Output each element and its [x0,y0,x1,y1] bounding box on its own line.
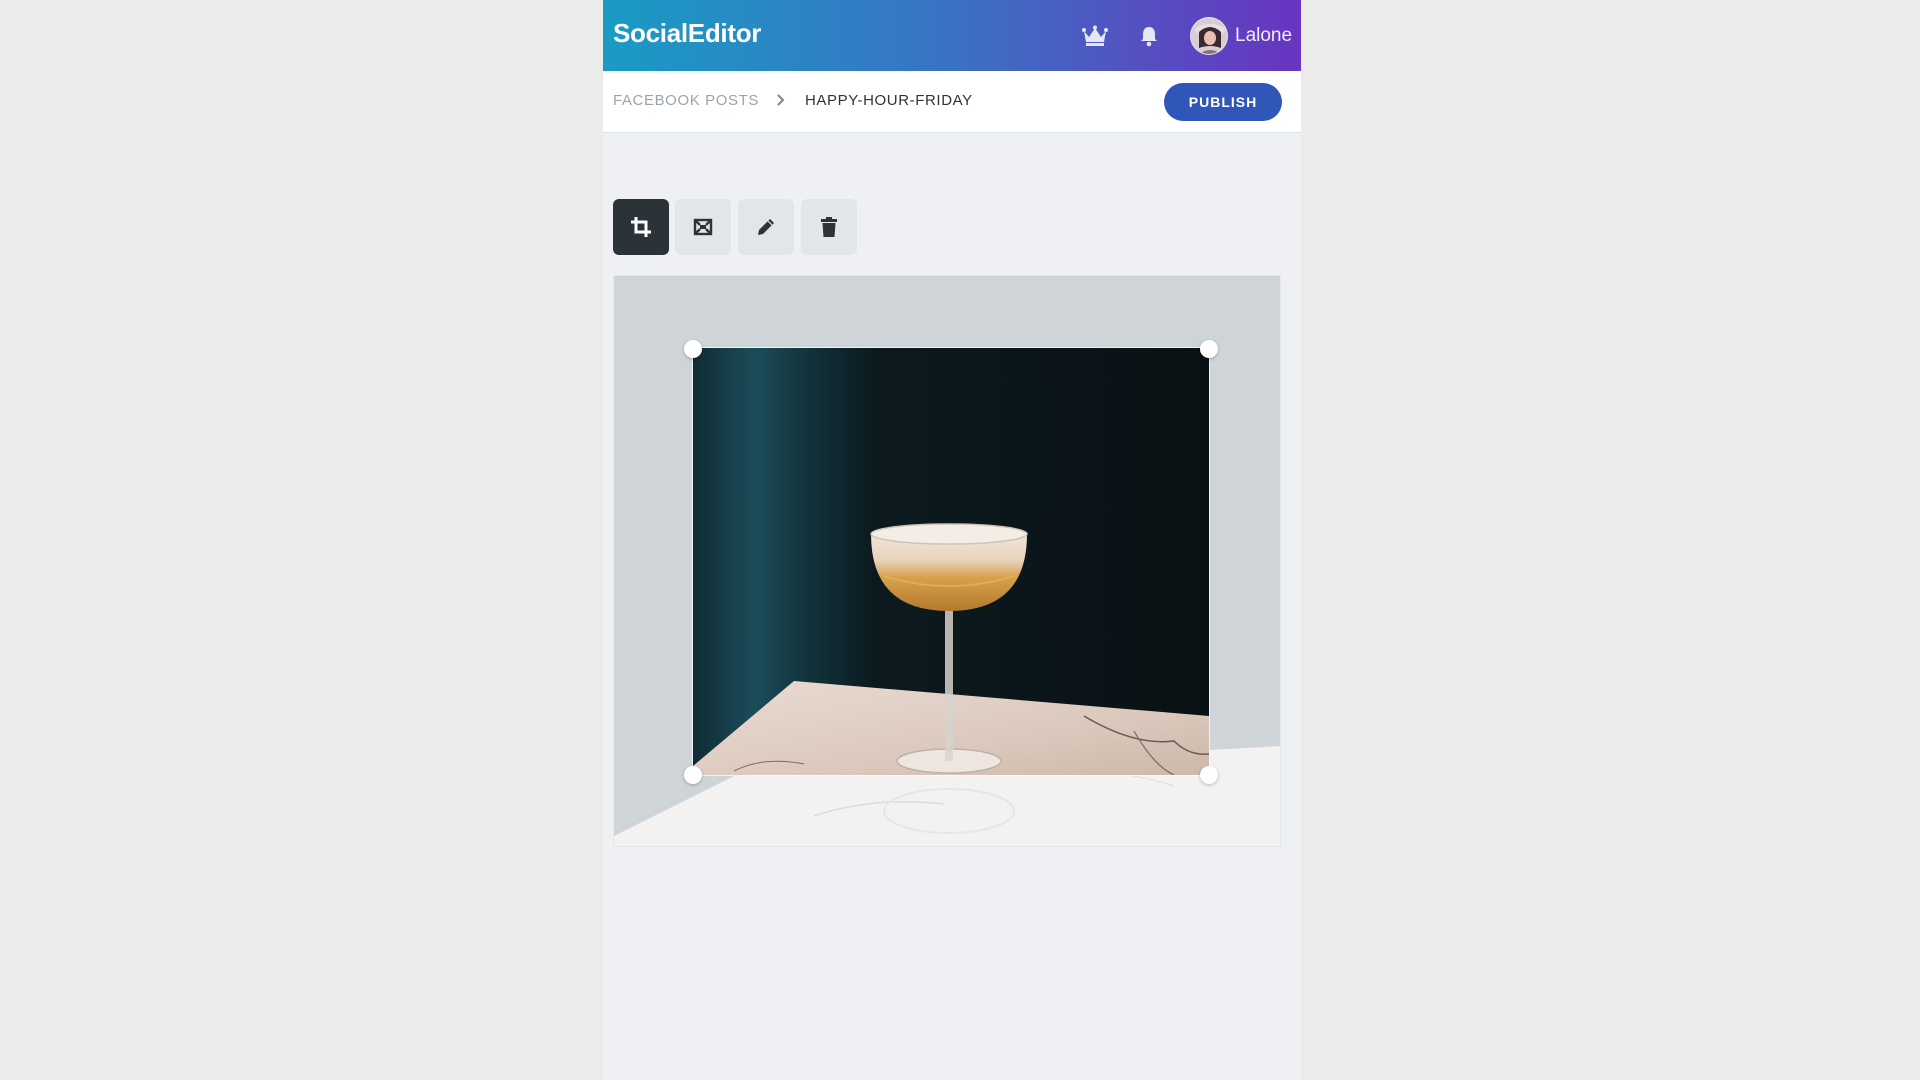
pencil-icon [758,219,774,235]
top-header: SocialEditor Lalone [603,0,1301,71]
crop-handle-top-right[interactable] [1200,340,1218,358]
user-menu[interactable]: Lalone [1190,16,1292,56]
crown-icon[interactable] [1081,22,1109,50]
crop-tool-button[interactable] [613,199,669,255]
breadcrumb: FACEBOOK POSTS HAPPY-HOUR-FRIDAY PUBLISH [603,71,1301,133]
crop-selection[interactable] [684,340,1218,784]
editor-app: SocialEditor Lalone FACEBOOK POSTS HAPPY… [603,0,1301,1080]
image-canvas[interactable] [613,275,1281,847]
bell-icon[interactable] [1135,22,1163,50]
breadcrumb-root-link[interactable]: FACEBOOK POSTS [613,92,759,109]
trash-icon [821,217,837,237]
username[interactable]: Lalone [1235,25,1292,47]
chevron-right-icon [774,93,788,107]
crop-handle-bottom-left[interactable] [684,766,702,784]
app-brand[interactable]: SocialEditor [613,18,761,49]
draw-tool-button[interactable] [738,199,794,255]
breadcrumb-current: HAPPY-HOUR-FRIDAY [805,92,973,109]
crop-handle-top-left[interactable] [684,340,702,358]
resize-image-icon [693,218,713,236]
avatar[interactable] [1190,17,1228,55]
resize-tool-button[interactable] [675,199,731,255]
delete-tool-button[interactable] [801,199,857,255]
publish-button[interactable]: PUBLISH [1164,83,1282,121]
crop-handle-bottom-right[interactable] [1200,766,1218,784]
crop-icon [631,217,651,237]
